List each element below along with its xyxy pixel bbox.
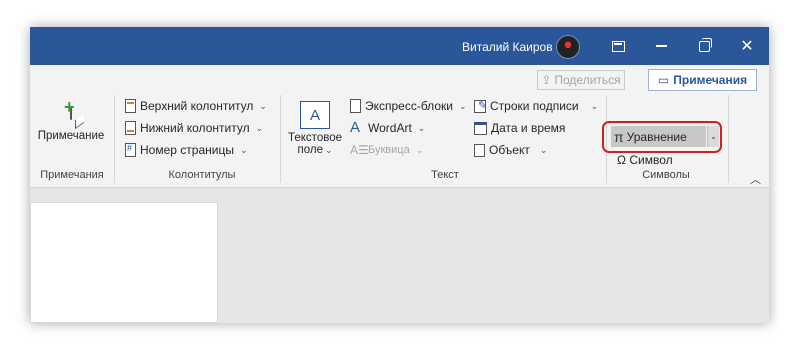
omega-icon: Ω (617, 153, 626, 167)
text-box-label-line2: поле (297, 144, 323, 156)
page-number-label: Номер страницы (140, 143, 234, 157)
calendar-icon (474, 121, 487, 135)
restore-button[interactable] (681, 27, 727, 65)
drop-cap-button[interactable]: A☰ Буквица ⌄ (350, 143, 423, 157)
group-separator (728, 95, 729, 183)
minimize-button[interactable] (638, 27, 684, 65)
comments-pane-label: Примечания (673, 73, 748, 87)
title-bar: Виталий Каиров ✕ (30, 27, 769, 65)
group-label-header-footer: Колонтитулы (168, 169, 236, 181)
share-label: Поделиться (554, 73, 621, 87)
symbol-label: Символ (629, 153, 673, 167)
chevron-down-icon: ⌄ (255, 122, 264, 133)
signature-line-label: Строки подписи (490, 99, 579, 113)
header-button[interactable]: Верхний колонтитул ⌄ (125, 99, 267, 113)
header-label: Верхний колонтитул (140, 99, 254, 113)
quick-parts-icon (350, 99, 361, 113)
footer-icon (125, 121, 136, 135)
comment-bubble-icon: ▭ (657, 73, 670, 87)
group-separator (280, 95, 281, 183)
close-button[interactable]: ✕ (724, 27, 769, 65)
document-page[interactable] (30, 202, 218, 323)
avatar[interactable] (556, 35, 580, 59)
text-box-icon: A (300, 101, 330, 129)
group-separator (114, 95, 115, 183)
wordart-icon: A (350, 119, 361, 136)
group-label-comments: Примечания (40, 169, 104, 181)
wordart-button[interactable]: A WordArt ⌄ (350, 119, 426, 136)
quick-parts-button[interactable]: Экспресс-блоки ⌄ (350, 99, 467, 113)
page-number-icon (125, 143, 136, 157)
signature-line-icon: ✎ (474, 99, 487, 113)
close-icon: ✕ (740, 38, 754, 55)
collapse-ribbon-icon[interactable]: ︿ (750, 171, 761, 187)
text-box-label-line1: Текстовое (288, 132, 342, 144)
ribbon: ⇪ Поделиться ▭ Примечания + Примечание П… (30, 65, 769, 188)
page-number-button[interactable]: Номер страницы ⌄ (125, 143, 248, 157)
ribbon-display-options-button[interactable] (595, 27, 641, 65)
new-comment-icon: + (64, 97, 75, 120)
quick-parts-label: Экспресс-блоки (365, 99, 453, 113)
symbol-button[interactable]: Ω Символ (617, 153, 673, 167)
chevron-down-icon: ⌄ (415, 144, 424, 155)
share-button[interactable]: ⇪ Поделиться (537, 70, 625, 90)
object-icon (474, 143, 485, 157)
drop-cap-label: Буквица (368, 144, 410, 156)
date-time-button[interactable]: Дата и время (474, 121, 565, 135)
chevron-down-icon: ⌄ (324, 144, 333, 155)
chevron-down-icon: ⌄ (239, 144, 248, 155)
object-button[interactable]: Объект ⌄ (474, 143, 547, 157)
chevron-down-icon: ⌄ (458, 100, 467, 111)
comments-pane-button[interactable]: ▭ Примечания (648, 69, 757, 91)
new-comment-label: Примечание (37, 130, 105, 142)
user-name[interactable]: Виталий Каиров (462, 40, 553, 54)
group-label-symbols: Символы (642, 169, 690, 181)
new-comment-button[interactable]: + Примечание (36, 97, 106, 142)
header-icon (125, 99, 136, 113)
equation-highlight-frame (602, 121, 722, 153)
signature-line-button[interactable]: ✎ Строки подписи ⌄ (474, 99, 598, 113)
wordart-label: WordArt (368, 121, 412, 135)
group-label-text: Текст (431, 169, 459, 181)
footer-label: Нижний колонтитул (140, 121, 250, 135)
document-area[interactable] (30, 188, 769, 323)
text-box-button[interactable]: A Текстовое поле ⌄ (284, 101, 346, 156)
share-icon: ⇪ (541, 73, 552, 87)
object-label: Объект (489, 143, 530, 157)
chevron-down-icon: ⌄ (539, 144, 548, 155)
footer-button[interactable]: Нижний колонтитул ⌄ (125, 121, 263, 135)
date-time-label: Дата и время (491, 121, 566, 135)
minimize-icon (655, 45, 667, 47)
restore-icon (698, 37, 712, 52)
drop-cap-icon: A☰ (350, 143, 369, 157)
chevron-down-icon: ⌄ (590, 100, 599, 111)
word-window: Виталий Каиров ✕ ⇪ Поделиться ▭ Примечан… (30, 27, 769, 323)
chevron-down-icon: ⌄ (259, 100, 267, 111)
ribbon-options-icon (611, 40, 625, 52)
chevron-down-icon: ⌄ (417, 122, 426, 133)
